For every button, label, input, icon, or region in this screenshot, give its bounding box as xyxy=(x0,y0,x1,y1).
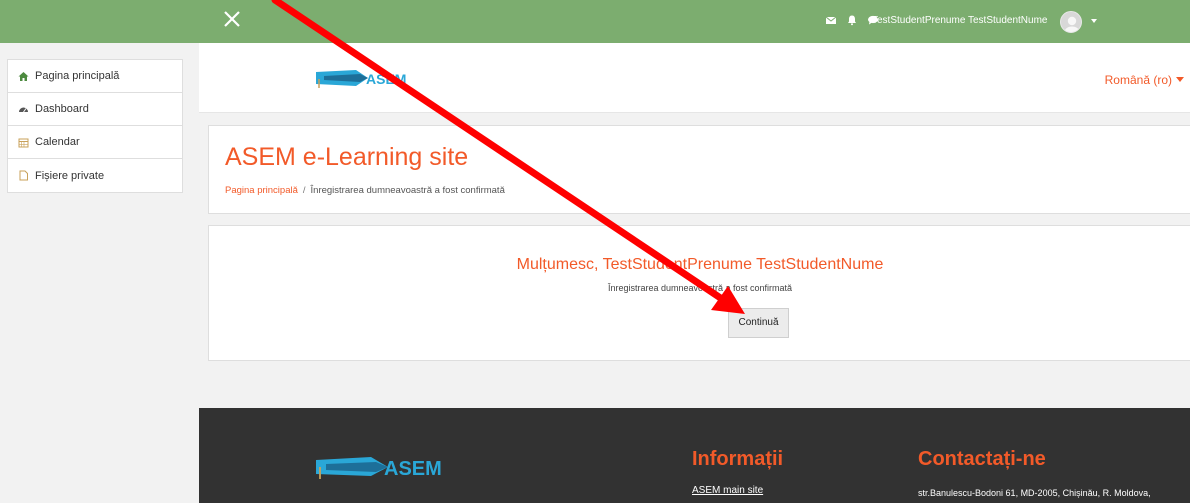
thanks-heading: Mulțumesc, TestStudentPrenume TestStuden… xyxy=(516,256,884,273)
close-icon[interactable] xyxy=(222,9,242,29)
sidebar-item-label: Dashboard xyxy=(35,103,89,115)
language-label: Română (ro) xyxy=(1104,73,1172,87)
sidebar-item-label: Fișiere private xyxy=(35,169,105,182)
breadcrumb-current: Înregistrarea dumneavoastră a fost confi… xyxy=(310,185,505,196)
chevron-down-icon xyxy=(1176,77,1184,82)
sidebar-item-label: Pagina principală xyxy=(35,70,120,82)
asem-footer-logo: ASEM xyxy=(316,457,442,480)
confirmation-panel: Mulțumesc, TestStudentPrenume TestStuden… xyxy=(208,225,1190,361)
page-header: ASEM e-Learning site Pagina principală / Î… xyxy=(208,125,1190,214)
top-navbar: TestStudentPrenume TestStudentNume xyxy=(0,0,1190,43)
chevron-down-icon[interactable] xyxy=(1091,19,1097,23)
bell-icon[interactable] xyxy=(846,14,858,26)
asem-logo[interactable]: ASEM xyxy=(316,65,416,91)
sidebar-item-private-files[interactable]: Fișiere private xyxy=(8,159,182,192)
site-footer: ASEM Informații ASEM main site Contactaț… xyxy=(199,408,1190,503)
sidebar-item-dashboard[interactable]: Dashboard xyxy=(8,93,182,126)
top-icons xyxy=(825,14,879,26)
file-icon xyxy=(19,170,28,181)
envelope-icon[interactable] xyxy=(825,14,837,26)
sidebar-item-home[interactable]: Pagina principală xyxy=(8,60,182,93)
breadcrumb-separator: / xyxy=(302,185,306,196)
sidebar-item-label: Calendar xyxy=(35,136,80,148)
footer-contact-title: Contactați-ne xyxy=(918,448,1046,470)
calendar-icon xyxy=(18,138,29,147)
user-silhouette-icon xyxy=(1064,16,1080,32)
continue-button[interactable]: Continuă xyxy=(728,308,789,338)
page-title: ASEM e-Learning site xyxy=(225,143,469,171)
footer-logo-text: ASEM xyxy=(384,458,442,480)
dashboard-icon xyxy=(19,107,28,112)
user-name[interactable]: TestStudentPrenume TestStudentNume xyxy=(872,15,1047,26)
avatar[interactable] xyxy=(1060,11,1082,33)
breadcrumb: Pagina principală / Înregistrarea dumneavo… xyxy=(225,185,505,196)
logo-text: ASEM xyxy=(366,71,406,87)
footer-main-site-link[interactable]: ASEM main site xyxy=(692,485,763,496)
sidebar-nav: Pagina principală Dashboard Calendar Fiș… xyxy=(7,59,183,193)
confirmation-message: Înregistrarea dumneavoastră a fost confi… xyxy=(607,283,793,293)
site-header: ASEM Română (ro) xyxy=(199,43,1190,113)
sidebar-item-calendar[interactable]: Calendar xyxy=(8,126,182,159)
breadcrumb-home-link[interactable]: Pagina principală xyxy=(225,185,298,196)
home-icon xyxy=(18,71,29,81)
language-selector[interactable]: Română (ro) xyxy=(1105,73,1184,87)
footer-info-title: Informații xyxy=(692,448,784,470)
footer-contact-address: str.Banulescu-Bodoni 61, MD-2005, Chișin… xyxy=(918,488,1151,498)
